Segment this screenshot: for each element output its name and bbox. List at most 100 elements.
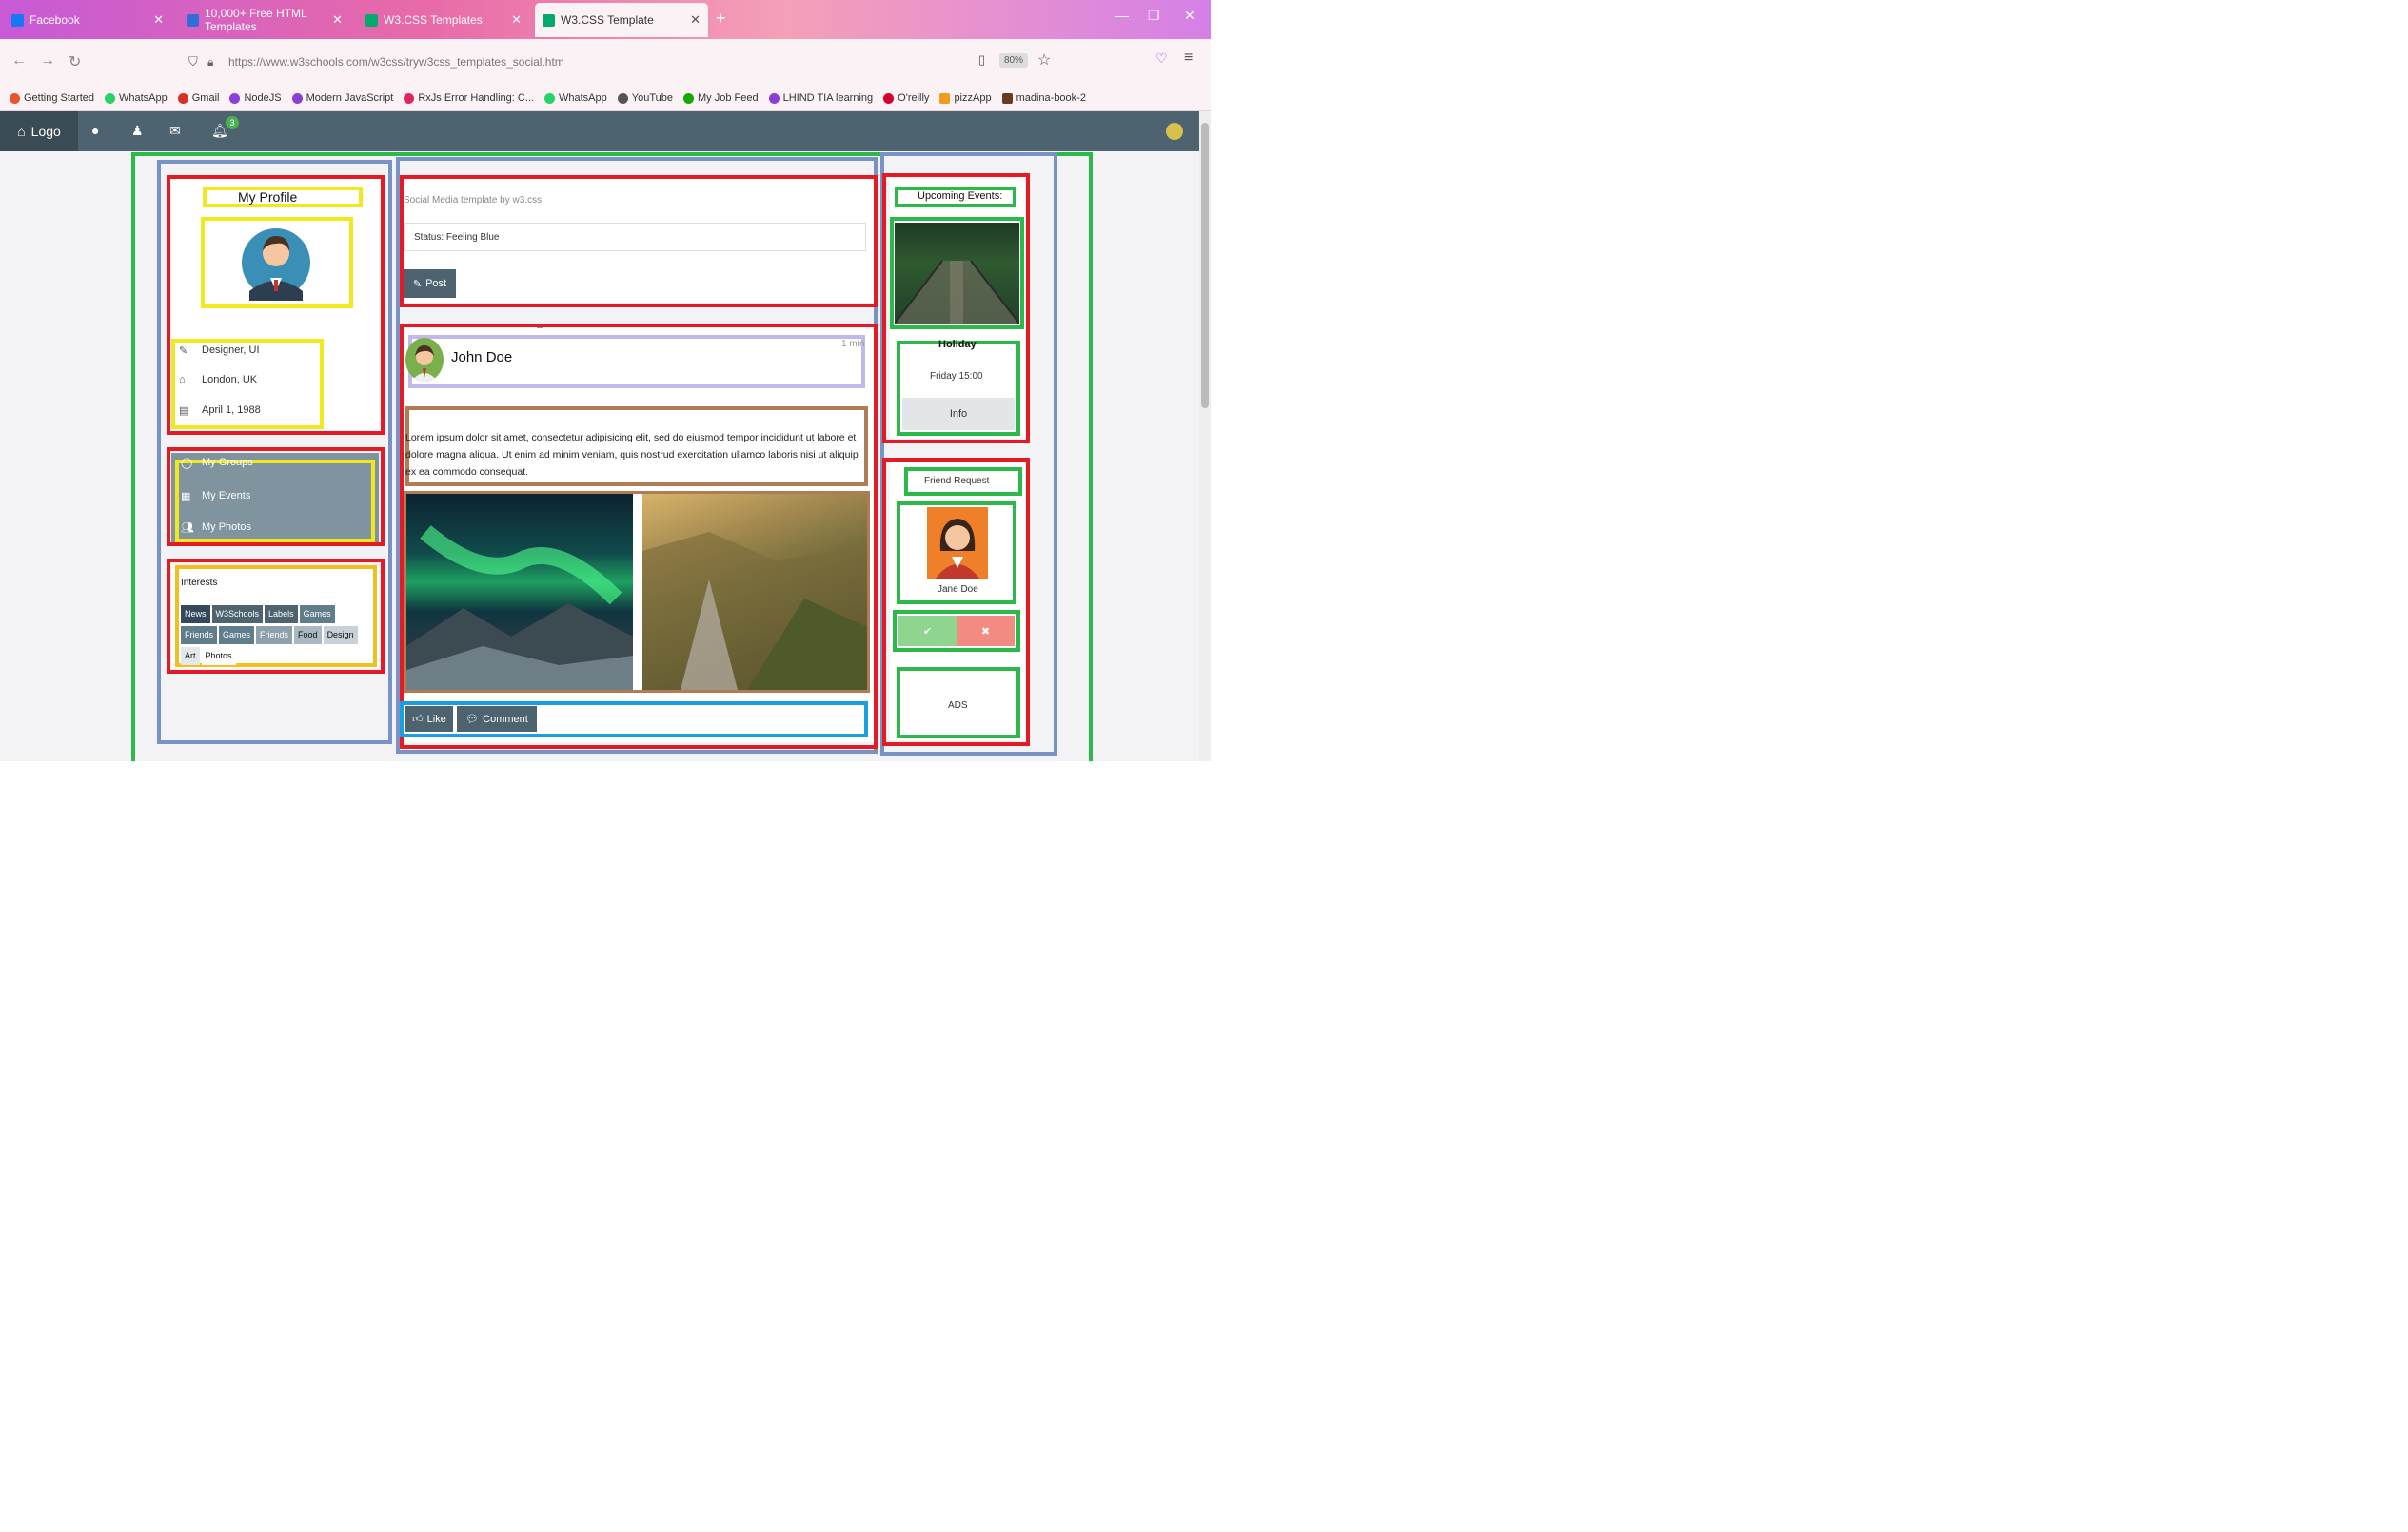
friend-name: Jane Doe xyxy=(938,584,978,595)
bookmark-label: madina-book-2 xyxy=(1016,92,1086,104)
pizza-icon xyxy=(939,92,951,104)
bookmark-item[interactable]: WhatsApp xyxy=(544,92,607,104)
url-text: https://www.w3schools.com/w3css/tryw3css… xyxy=(228,55,564,69)
pencil-icon: ✎ xyxy=(179,345,188,357)
bookmark-label: WhatsApp xyxy=(559,92,607,104)
globe-icon[interactable]: ● xyxy=(91,123,99,138)
tag-labels: Labels xyxy=(265,605,298,623)
event-info-label: Info xyxy=(949,408,968,420)
tag-friends: Friends xyxy=(256,626,293,644)
close-icon[interactable]: ✕ xyxy=(690,12,701,28)
accordion-my-groups[interactable]: My Groups xyxy=(202,457,253,468)
scrollbar-thumb[interactable] xyxy=(1201,123,1209,408)
tab-free-templates[interactable]: 10,000+ Free HTML Templates ✕ xyxy=(179,3,350,37)
bookmark-item[interactable]: O'reilly xyxy=(883,92,929,104)
new-tab-button[interactable]: + xyxy=(716,9,726,29)
minimize-icon[interactable]: — xyxy=(1115,8,1129,23)
restore-icon[interactable]: ❐ xyxy=(1148,8,1160,24)
aurora-image[interactable] xyxy=(406,494,633,690)
bookmark-label: pizzApp xyxy=(954,92,992,104)
tab-w3css-template[interactable]: W3.CSS Template ✕ xyxy=(535,3,708,37)
upwork-icon xyxy=(682,92,694,104)
bookmark-item[interactable]: Gmail xyxy=(177,92,219,104)
zoom-level[interactable]: 80% xyxy=(999,53,1029,68)
john-doe-avatar xyxy=(405,338,444,382)
bookmark-item[interactable]: LHIND TIA learning xyxy=(768,92,874,104)
bookmark-label: LHIND TIA learning xyxy=(782,92,874,104)
close-window-icon[interactable]: ✕ xyxy=(1184,8,1195,24)
tag-w3schools: W3Schools xyxy=(211,605,264,623)
forward-icon[interactable]: → xyxy=(40,52,55,69)
pocket-icon[interactable]: ♡ xyxy=(1155,50,1168,67)
bookmark-item[interactable]: RxJs Error Handling: C... xyxy=(404,92,534,104)
gmail-icon xyxy=(177,92,188,104)
globe-icon xyxy=(617,92,628,104)
tab-label: 10,000+ Free HTML Templates xyxy=(205,7,307,33)
profile-birthday: April 1, 1988 xyxy=(202,404,261,416)
menu-icon[interactable]: ≡ xyxy=(1184,49,1193,67)
bookmark-icon xyxy=(291,92,303,104)
status-input[interactable]: Status: Feeling Blue xyxy=(404,223,866,251)
accordion-my-photos[interactable]: My Photos xyxy=(202,521,251,533)
w3schools-icon xyxy=(543,13,555,27)
logo-link[interactable]: ⌂ Logo xyxy=(0,111,78,151)
bookmark-item[interactable]: Getting Started xyxy=(10,92,94,104)
thumbs-up-icon: 👍︎ xyxy=(412,714,424,725)
bookmark-item[interactable]: Modern JavaScript xyxy=(291,92,393,104)
bookmark-item[interactable]: WhatsApp xyxy=(105,92,168,104)
oreilly-icon xyxy=(883,92,895,104)
bookmark-label: YouTube xyxy=(631,92,673,104)
accept-button[interactable]: ✔ xyxy=(898,616,957,646)
like-button[interactable]: 👍︎ Like xyxy=(405,706,453,732)
address-bar[interactable]: ⛉ 🔒︎ https://www.w3schools.com/w3css/try… xyxy=(181,47,1066,77)
tab-w3css-templates[interactable]: W3.CSS Templates ✕ xyxy=(358,3,529,37)
close-icon[interactable]: ✕ xyxy=(511,12,522,28)
scrollbar[interactable] xyxy=(1199,111,1211,761)
profile-city: London, UK xyxy=(202,374,258,385)
bookmark-item[interactable]: pizzApp xyxy=(939,92,992,104)
bookmark-item[interactable]: My Job Feed xyxy=(682,92,759,104)
post-author[interactable]: John Doe xyxy=(451,349,512,365)
profile-title: My Profile xyxy=(238,189,298,205)
screenshot: Facebook ✕ 10,000+ Free HTML Templates ✕… xyxy=(0,0,1211,761)
bookmark-item[interactable]: YouTube xyxy=(617,92,673,104)
back-icon[interactable]: ← xyxy=(11,52,27,69)
bookmark-star-icon[interactable]: ☆ xyxy=(1037,50,1051,69)
comment-button[interactable]: 💬︎ Comment xyxy=(457,706,537,732)
tab-label: Facebook xyxy=(30,13,80,27)
post-body: Lorem ipsum dolor sit amet, consectetur … xyxy=(405,432,859,478)
angular-icon xyxy=(404,92,415,104)
interests-title: Interests xyxy=(181,578,218,588)
home-icon: ⌂ xyxy=(179,374,186,385)
accordion-my-events[interactable]: My Events xyxy=(202,490,250,501)
whatsapp-icon xyxy=(544,92,555,104)
facebook-icon xyxy=(11,13,24,27)
bookmark-label: WhatsApp xyxy=(119,92,168,104)
user-icon[interactable]: ♟ xyxy=(131,123,144,139)
tag-friends: Friends xyxy=(181,626,218,644)
event-info-button[interactable]: Info xyxy=(902,398,1015,430)
user-avatar[interactable] xyxy=(1166,123,1183,140)
envelope-icon[interactable]: ✉ xyxy=(169,123,181,139)
close-icon[interactable]: ✕ xyxy=(332,12,343,28)
close-icon[interactable]: ✕ xyxy=(153,12,164,28)
bookmark-item[interactable]: madina-book-2 xyxy=(1001,92,1086,104)
lock-icon: 🔒︎ xyxy=(207,54,214,69)
calendar-icon: ▦ xyxy=(181,491,191,502)
reader-view-icon[interactable]: ▯ xyxy=(978,52,985,68)
tab-facebook[interactable]: Facebook ✕ xyxy=(4,3,171,37)
decline-button[interactable]: ✖ xyxy=(957,616,1015,646)
tab-label: W3.CSS Template xyxy=(561,13,654,27)
event-forest-image[interactable] xyxy=(894,223,1020,324)
events-title: Upcoming Events: xyxy=(918,190,1003,202)
tag-art: Art xyxy=(181,647,200,665)
ads-label: ADS xyxy=(948,700,968,711)
x-icon: ✖ xyxy=(980,625,991,638)
check-icon: ✔ xyxy=(922,625,933,638)
post-button[interactable]: ✎ Post xyxy=(404,269,456,298)
friend-request-title: Friend Request xyxy=(924,476,990,486)
mountain-image[interactable] xyxy=(642,494,867,690)
bookmark-item[interactable]: NodeJS xyxy=(229,92,282,104)
browser-nav-bar: ← → ↻ ⛉ 🔒︎ https://www.w3schools.com/w3c… xyxy=(0,39,1211,86)
reload-icon[interactable]: ↻ xyxy=(69,52,81,71)
